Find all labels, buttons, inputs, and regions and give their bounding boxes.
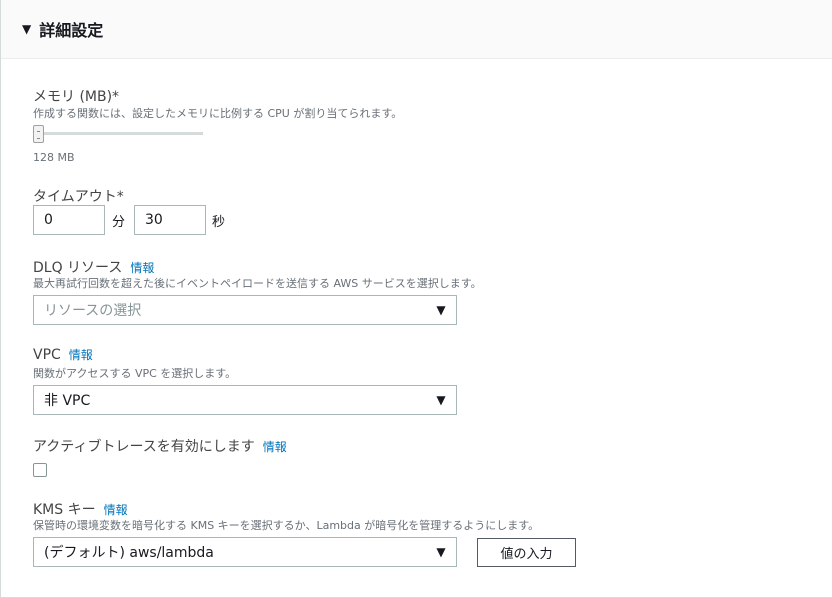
tracing-info-link[interactable]: 情報	[263, 440, 287, 454]
kms-select-value: (デフォルト) aws/lambda	[44, 545, 214, 561]
minutes-unit: 分	[112, 215, 126, 230]
caret-down-icon: ▼	[22, 22, 32, 36]
memory-value: 128 MB	[33, 151, 75, 164]
dlq-label: DLQ リソース 情報	[33, 257, 154, 277]
kms-label: KMS キー 情報	[33, 499, 128, 519]
advanced-settings-panel: ▼ 詳細設定 メモリ (MB)* 作成する関数には、設定したメモリに比例する C…	[0, 0, 832, 598]
timeout-label: タイムアウト*	[33, 189, 124, 205]
vpc-info-link[interactable]: 情報	[69, 348, 93, 362]
tracing-label-text: アクティブトレースを有効にします	[33, 439, 255, 455]
section-title: 詳細設定	[39, 21, 104, 40]
dlq-description: 最大再試行回数を超えた後にイベントペイロードを送信する AWS サービスを選択し…	[33, 277, 482, 290]
kms-key-select[interactable]: (デフォルト) aws/lambda ▼	[33, 537, 457, 567]
triangle-down-icon: ▼	[436, 545, 446, 559]
timeout-minutes-input[interactable]	[33, 205, 105, 235]
seconds-unit: 秒	[212, 215, 226, 230]
dlq-select-placeholder: リソースの選択	[44, 303, 142, 319]
memory-slider-track[interactable]	[34, 132, 203, 135]
timeout-seconds-input[interactable]	[134, 205, 206, 235]
vpc-select-value: 非 VPC	[44, 393, 91, 409]
memory-label: メモリ (MB)*	[33, 89, 120, 105]
kms-description: 保管時の環境変数を暗号化する KMS キーを選択するか、Lambda が暗号化を…	[33, 519, 540, 532]
kms-info-link[interactable]: 情報	[104, 503, 128, 517]
dlq-resource-select[interactable]: リソースの選択 ▼	[33, 295, 457, 325]
enter-value-button[interactable]: 値の入力	[477, 538, 576, 567]
active-tracing-checkbox[interactable]	[33, 463, 47, 477]
vpc-select[interactable]: 非 VPC ▼	[33, 385, 457, 415]
memory-slider-thumb[interactable]	[33, 125, 44, 143]
memory-description: 作成する関数には、設定したメモリに比例する CPU が割り当てられます。	[33, 107, 403, 120]
dlq-info-link[interactable]: 情報	[130, 261, 154, 275]
tracing-label: アクティブトレースを有効にします 情報	[33, 436, 287, 456]
kms-label-text: KMS キー	[33, 502, 96, 518]
vpc-label-text: VPC	[33, 347, 61, 363]
triangle-down-icon: ▼	[436, 393, 446, 407]
vpc-label: VPC 情報	[33, 346, 93, 363]
dlq-label-text: DLQ リソース	[33, 260, 123, 276]
triangle-down-icon: ▼	[436, 303, 446, 317]
section-header[interactable]: ▼ 詳細設定	[1, 0, 832, 59]
vpc-description: 関数がアクセスする VPC を選択します。	[33, 367, 237, 380]
